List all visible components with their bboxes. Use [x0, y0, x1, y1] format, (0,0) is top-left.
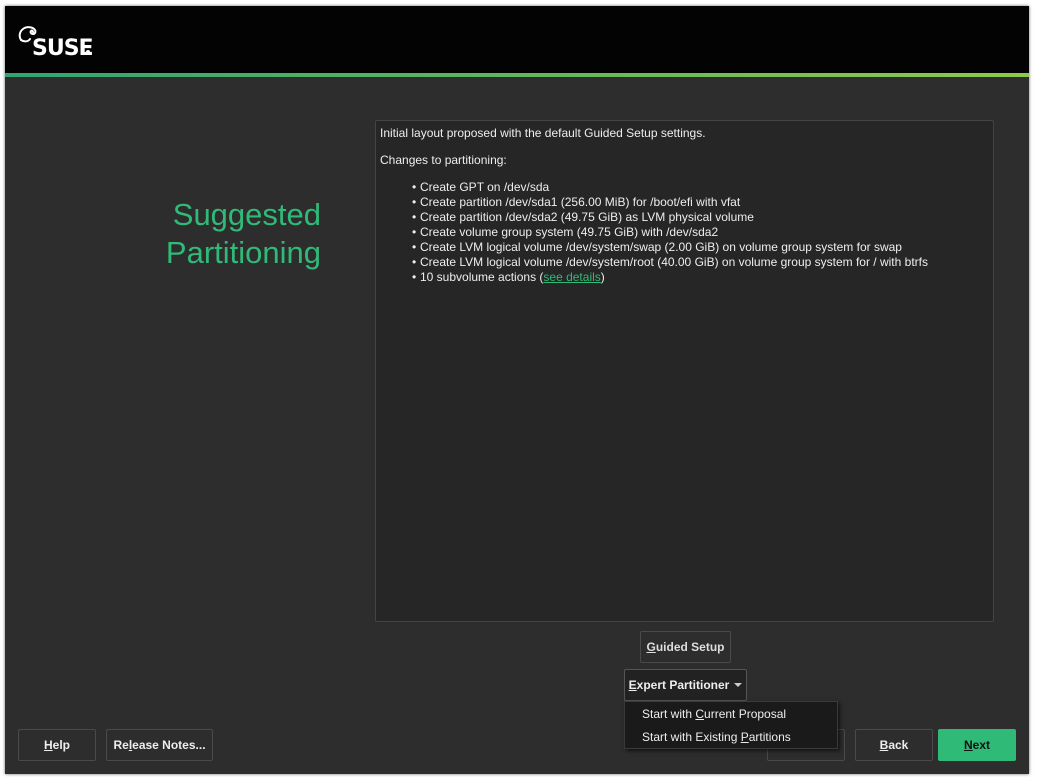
bullet-icon: •	[412, 225, 417, 239]
installer-window: SUSE Suggested Partitioning Initial layo…	[5, 6, 1029, 774]
menu-item-label: urrent Proposal	[704, 707, 787, 721]
list-item: • 10 subvolume actions (see details)	[412, 270, 928, 285]
list-item-text: Create GPT on /dev/sda	[420, 180, 550, 194]
list-item-text: 10 subvolume actions (	[420, 270, 544, 284]
list-item-text: Create LVM logical volume /dev/system/ro…	[420, 255, 928, 269]
next-button[interactable]: Next	[938, 729, 1016, 761]
menu-item-label-pre: Start with	[642, 707, 696, 721]
list-item-text: Create LVM logical volume /dev/system/sw…	[420, 240, 902, 254]
list-item: • Create LVM logical volume /dev/system/s…	[412, 240, 928, 255]
bullet-icon: •	[412, 270, 417, 284]
page-title-line-1: Suggested	[172, 197, 321, 232]
proposal-intro: Initial layout proposed with the default…	[380, 126, 706, 140]
list-item-text: Create partition /dev/sda1 (256.00 MiB) …	[420, 195, 741, 209]
bullet-icon: •	[412, 195, 417, 209]
mnemonic: H	[43, 738, 53, 752]
list-item: • Create volume group system (49.75 GiB) …	[412, 225, 928, 240]
proposal-summary-panel: Initial layout proposed with the default…	[375, 120, 994, 622]
bullet-icon: •	[412, 180, 417, 194]
logo-dot	[86, 50, 90, 54]
page-title: Suggested Partitioning	[125, 196, 321, 272]
mnemonic: E	[628, 678, 637, 692]
bullet-icon: •	[412, 255, 417, 269]
mnemonic: G	[646, 640, 656, 654]
button-label-pre: Re	[113, 738, 129, 752]
release-notes-button[interactable]: Re l ease Notes...	[106, 729, 213, 761]
menu-item-start-current-proposal[interactable]: Start with Current Proposal	[625, 703, 837, 726]
back-button[interactable]: Back	[855, 729, 933, 761]
expert-partitioner-menu: Start with Current Proposal Start with E…	[624, 701, 838, 749]
bullet-icon: •	[412, 210, 417, 224]
menu-item-start-existing-partitions[interactable]: Start with Existing Partitions	[625, 726, 837, 749]
list-item: • Create GPT on /dev/sda	[412, 180, 928, 195]
see-details-link[interactable]: see details	[543, 270, 600, 284]
mnemonic: N	[963, 738, 973, 752]
list-item-text: Create partition /dev/sda2 (49.75 GiB) a…	[420, 210, 754, 224]
chevron-down-icon	[734, 683, 743, 687]
button-label: ext	[972, 738, 990, 752]
suse-logo: SUSE	[18, 22, 108, 62]
button-label: ack	[888, 738, 909, 752]
logo-text: SUSE	[32, 36, 94, 61]
mnemonic: P	[740, 730, 749, 744]
mnemonic: C	[695, 707, 705, 721]
changes-heading: Changes to partitioning:	[380, 153, 507, 167]
list-item-suffix: )	[600, 270, 605, 284]
list-item: • Create LVM logical volume /dev/system/r…	[412, 255, 928, 270]
help-button[interactable]: Help	[18, 729, 96, 761]
bullet-icon: •	[412, 240, 417, 254]
button-label: elp	[52, 738, 70, 752]
menu-item-label-pre: Start with Existing	[642, 730, 741, 744]
page-title-line-2: Partitioning	[165, 235, 321, 270]
button-label: ease Notes...	[132, 738, 206, 752]
list-item-text: Create volume group system (49.75 GiB) w…	[420, 225, 719, 239]
mnemonic: B	[879, 738, 889, 752]
button-label: uided Setup	[655, 640, 725, 654]
header-accent-bar	[5, 73, 1029, 77]
expert-partitioner-button[interactable]: Expert Partitioner	[624, 669, 747, 701]
list-item: • Create partition /dev/sda1 (256.00 MiB)…	[412, 195, 928, 210]
button-label: xpert Partitioner	[636, 678, 730, 692]
menu-item-label: artitions	[748, 730, 791, 744]
guided-setup-button[interactable]: Guided Setup	[640, 631, 731, 663]
list-item: • Create partition /dev/sda2 (49.75 GiB) …	[412, 210, 928, 225]
changes-list: • Create GPT on /dev/sda • Create partitio…	[412, 180, 928, 285]
header-bar: SUSE	[5, 6, 1029, 73]
